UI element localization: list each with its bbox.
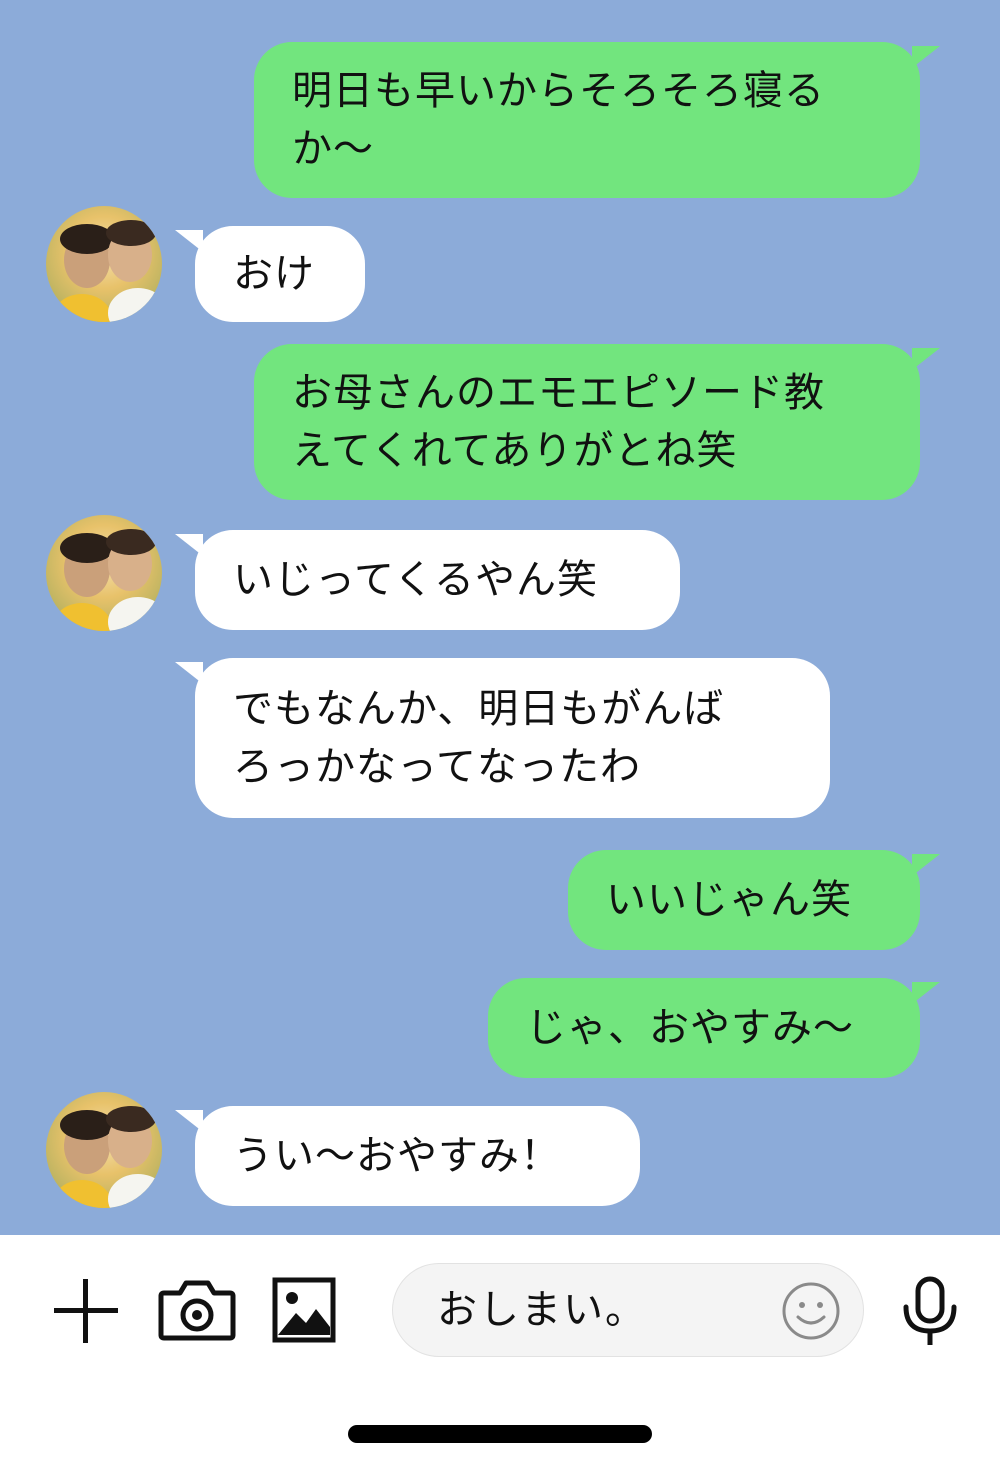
avatar-hair [106,220,156,246]
avatar-clothes [108,597,162,631]
avatar-clothes [52,603,112,631]
bubble-tail [912,854,940,876]
message-line: でもなんか、明日もがんば [233,686,725,732]
chat-area[interactable]: 明日も早いからそろそろ寝る か〜 おけ お母さんのエモエピソード教 えてくれてあ… [0,0,1000,1235]
avatar-hair [60,224,114,254]
message-line: じゃ、おやすみ〜 [526,1005,854,1051]
avatar-clothes [52,1180,112,1208]
bubble-tail [175,1110,203,1132]
camera-icon[interactable] [158,1279,236,1341]
microphone-icon[interactable] [898,1275,962,1347]
avatar-hair [60,533,114,563]
avatar-clothes [52,294,112,322]
message-bubble[interactable]: おけ [195,226,365,322]
message-line: 明日も早いからそろそろ寝る [292,68,825,114]
image-icon[interactable] [272,1277,336,1343]
message-input-text: おしまい。 [437,1287,647,1333]
contact-avatar[interactable] [46,1092,162,1208]
message-line: いいじゃん笑 [606,877,852,923]
avatar-hair [106,1106,156,1132]
avatar-clothes [108,1174,162,1208]
message-bubble[interactable]: いじってくるやん笑 [195,530,680,630]
message-input[interactable]: おしまい。 [392,1263,864,1357]
contact-avatar[interactable] [46,515,162,631]
bubble-tail [175,534,203,556]
bubble-tail [912,348,940,370]
bubble-tail [175,662,203,684]
avatar-hair [106,529,156,555]
home-indicator[interactable] [348,1425,652,1443]
message-bubble[interactable]: うい〜おやすみ！ [195,1106,640,1206]
bubble-tail [175,230,203,252]
composer-bar: おしまい。 [0,1235,1000,1465]
bubble-tail [912,982,940,1004]
message-line: おけ [233,251,315,297]
contact-avatar[interactable] [46,206,162,322]
message-line: いじってくるやん笑 [233,557,598,603]
message-bubble[interactable]: お母さんのエモエピソード教 えてくれてありがとね笑 [254,344,920,500]
message-line: うい〜おやすみ！ [233,1133,561,1179]
message-bubble[interactable]: 明日も早いからそろそろ寝る か〜 [254,42,920,198]
message-line: お母さんのエモエピソード教 [292,370,825,416]
message-line: えてくれてありがとね笑 [292,428,738,474]
message-bubble[interactable]: でもなんか、明日もがんば ろっかなってなったわ [195,658,830,818]
message-line: ろっかなってなったわ [233,744,641,790]
emoji-icon[interactable] [781,1281,841,1341]
avatar-hair [60,1110,114,1140]
message-line: か〜 [292,126,374,172]
message-bubble[interactable]: じゃ、おやすみ〜 [488,978,920,1078]
plus-icon[interactable] [52,1277,120,1345]
message-bubble[interactable]: いいじゃん笑 [568,850,920,950]
avatar-clothes [108,288,162,322]
bubble-tail [912,46,940,68]
